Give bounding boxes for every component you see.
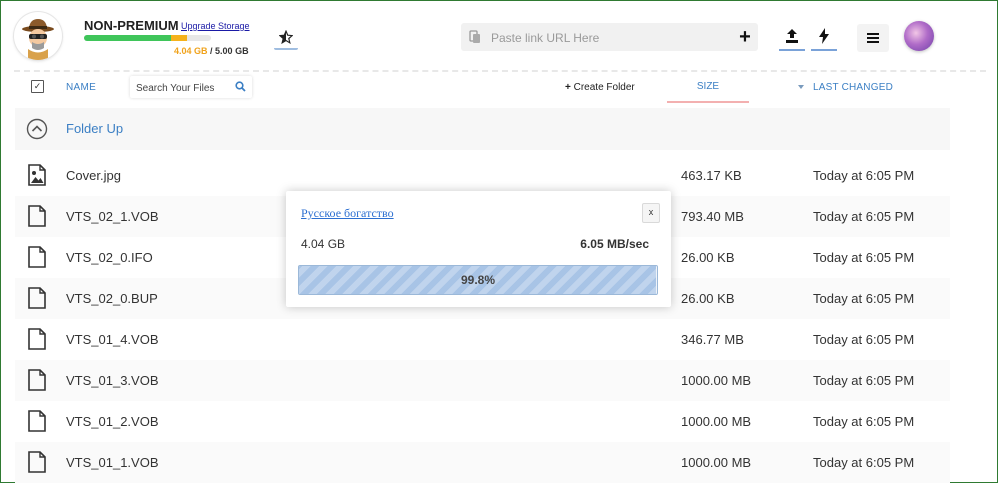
chevron-up-circle-icon <box>26 118 48 140</box>
search-files-input[interactable] <box>134 76 233 100</box>
file-size: 1000.00 MB <box>681 455 752 470</box>
column-last-changed[interactable]: LAST CHANGED <box>798 82 893 93</box>
logo-avatar[interactable] <box>14 12 62 60</box>
menu-button[interactable] <box>857 24 889 52</box>
file-date: Today at 6:05 PM <box>813 168 915 183</box>
plan-label: NON-PREMIUM <box>84 18 179 33</box>
file-name[interactable]: Cover.jpg <box>66 168 121 183</box>
plus-icon: + <box>565 82 571 93</box>
folder-up-row[interactable]: Folder Up <box>15 108 950 150</box>
user-avatar[interactable] <box>904 21 934 51</box>
favorites-button[interactable] <box>274 26 298 50</box>
upload-size: 4.04 GB <box>301 237 346 251</box>
storage-used: 4.04 GB <box>174 46 208 56</box>
file-size: 26.00 KB <box>681 291 735 306</box>
file-row[interactable]: VTS_01_4.VOB 346.77 MB Today at 6:05 PM <box>15 319 950 360</box>
file-icon <box>28 246 46 268</box>
file-name[interactable]: VTS_02_0.BUP <box>66 291 158 306</box>
remote-upload-button[interactable] <box>811 23 837 51</box>
file-icon <box>28 205 46 227</box>
file-icon <box>28 410 46 432</box>
upload-speed: 6.05 MB/sec <box>580 237 649 251</box>
file-name[interactable]: VTS_01_3.VOB <box>66 373 159 388</box>
file-icon <box>28 287 46 309</box>
file-row[interactable]: Cover.jpg 463.17 KB Today at 6:05 PM <box>15 155 950 196</box>
file-date: Today at 6:05 PM <box>813 332 915 347</box>
paste-icon <box>469 30 480 43</box>
file-row[interactable]: VTS_01_1.VOB 1000.00 MB Today at 6:05 PM <box>15 442 950 483</box>
close-button[interactable]: x <box>642 203 660 223</box>
file-size: 1000.00 MB <box>681 414 752 429</box>
create-folder-button[interactable]: + Create Folder <box>565 82 635 93</box>
url-input[interactable] <box>489 23 733 53</box>
star-half-icon <box>279 30 293 44</box>
file-size: 346.77 MB <box>681 332 744 347</box>
upload-title-link[interactable]: Русское богатство <box>301 206 394 221</box>
storage-usage-text: 4.04 GB / 5.00 GB <box>174 46 249 56</box>
select-all-checkbox[interactable]: ✓ <box>31 80 44 93</box>
file-size: 463.17 KB <box>681 168 742 183</box>
storage-usage-green <box>84 35 172 41</box>
lightning-icon <box>819 28 829 44</box>
file-size: 26.00 KB <box>681 250 735 265</box>
upload-icon <box>786 29 798 43</box>
header-divider <box>14 70 986 72</box>
search-files-box <box>130 76 252 100</box>
upgrade-storage-link[interactable]: Upgrade Storage <box>181 21 250 31</box>
file-date: Today at 6:05 PM <box>813 455 915 470</box>
spy-mascot-icon <box>22 19 54 60</box>
storage-usage-orange <box>171 35 188 41</box>
url-upload-box: + <box>461 23 758 53</box>
file-name[interactable]: VTS_01_4.VOB <box>66 332 159 347</box>
file-name[interactable]: VTS_01_1.VOB <box>66 455 159 470</box>
file-name[interactable]: VTS_01_2.VOB <box>66 414 159 429</box>
storage-total: / 5.00 GB <box>210 46 249 56</box>
folder-up-label: Folder Up <box>66 121 124 136</box>
file-row[interactable]: VTS_01_3.VOB 1000.00 MB Today at 6:05 PM <box>15 360 950 401</box>
storage-usage-bar <box>84 35 211 41</box>
file-icon <box>28 328 46 350</box>
upload-progress-bar: 99.8% <box>298 265 658 295</box>
create-folder-label: Create Folder <box>573 82 635 93</box>
file-icon <box>28 451 46 473</box>
file-date: Today at 6:05 PM <box>813 414 915 429</box>
file-date: Today at 6:05 PM <box>813 291 915 306</box>
file-size: 793.40 MB <box>681 209 744 224</box>
sort-down-icon <box>798 85 804 90</box>
file-name[interactable]: VTS_02_0.IFO <box>66 250 153 265</box>
search-icon[interactable] <box>235 81 246 92</box>
file-row[interactable]: VTS_01_2.VOB 1000.00 MB Today at 6:05 PM <box>15 401 950 442</box>
column-size[interactable]: SIZE <box>667 74 749 103</box>
file-name[interactable]: VTS_02_1.VOB <box>66 209 159 224</box>
file-icon <box>28 369 46 391</box>
file-date: Today at 6:05 PM <box>813 209 915 224</box>
file-size: 1000.00 MB <box>681 373 752 388</box>
add-url-button[interactable]: + <box>732 23 758 51</box>
column-last-changed-label: LAST CHANGED <box>812 82 893 93</box>
file-date: Today at 6:05 PM <box>813 250 915 265</box>
upload-progress-dialog: Русское богатство x 4.04 GB 6.05 MB/sec … <box>286 191 671 307</box>
image-file-icon <box>28 164 46 186</box>
file-date: Today at 6:05 PM <box>813 373 915 388</box>
column-name[interactable]: NAME <box>66 82 96 93</box>
upload-button[interactable] <box>779 23 805 51</box>
upload-progress-text: 99.8% <box>460 273 496 287</box>
hamburger-icon <box>867 33 879 43</box>
file-list-header: ✓ NAME + Create Folder SIZE LAST CHANGED <box>18 74 948 103</box>
